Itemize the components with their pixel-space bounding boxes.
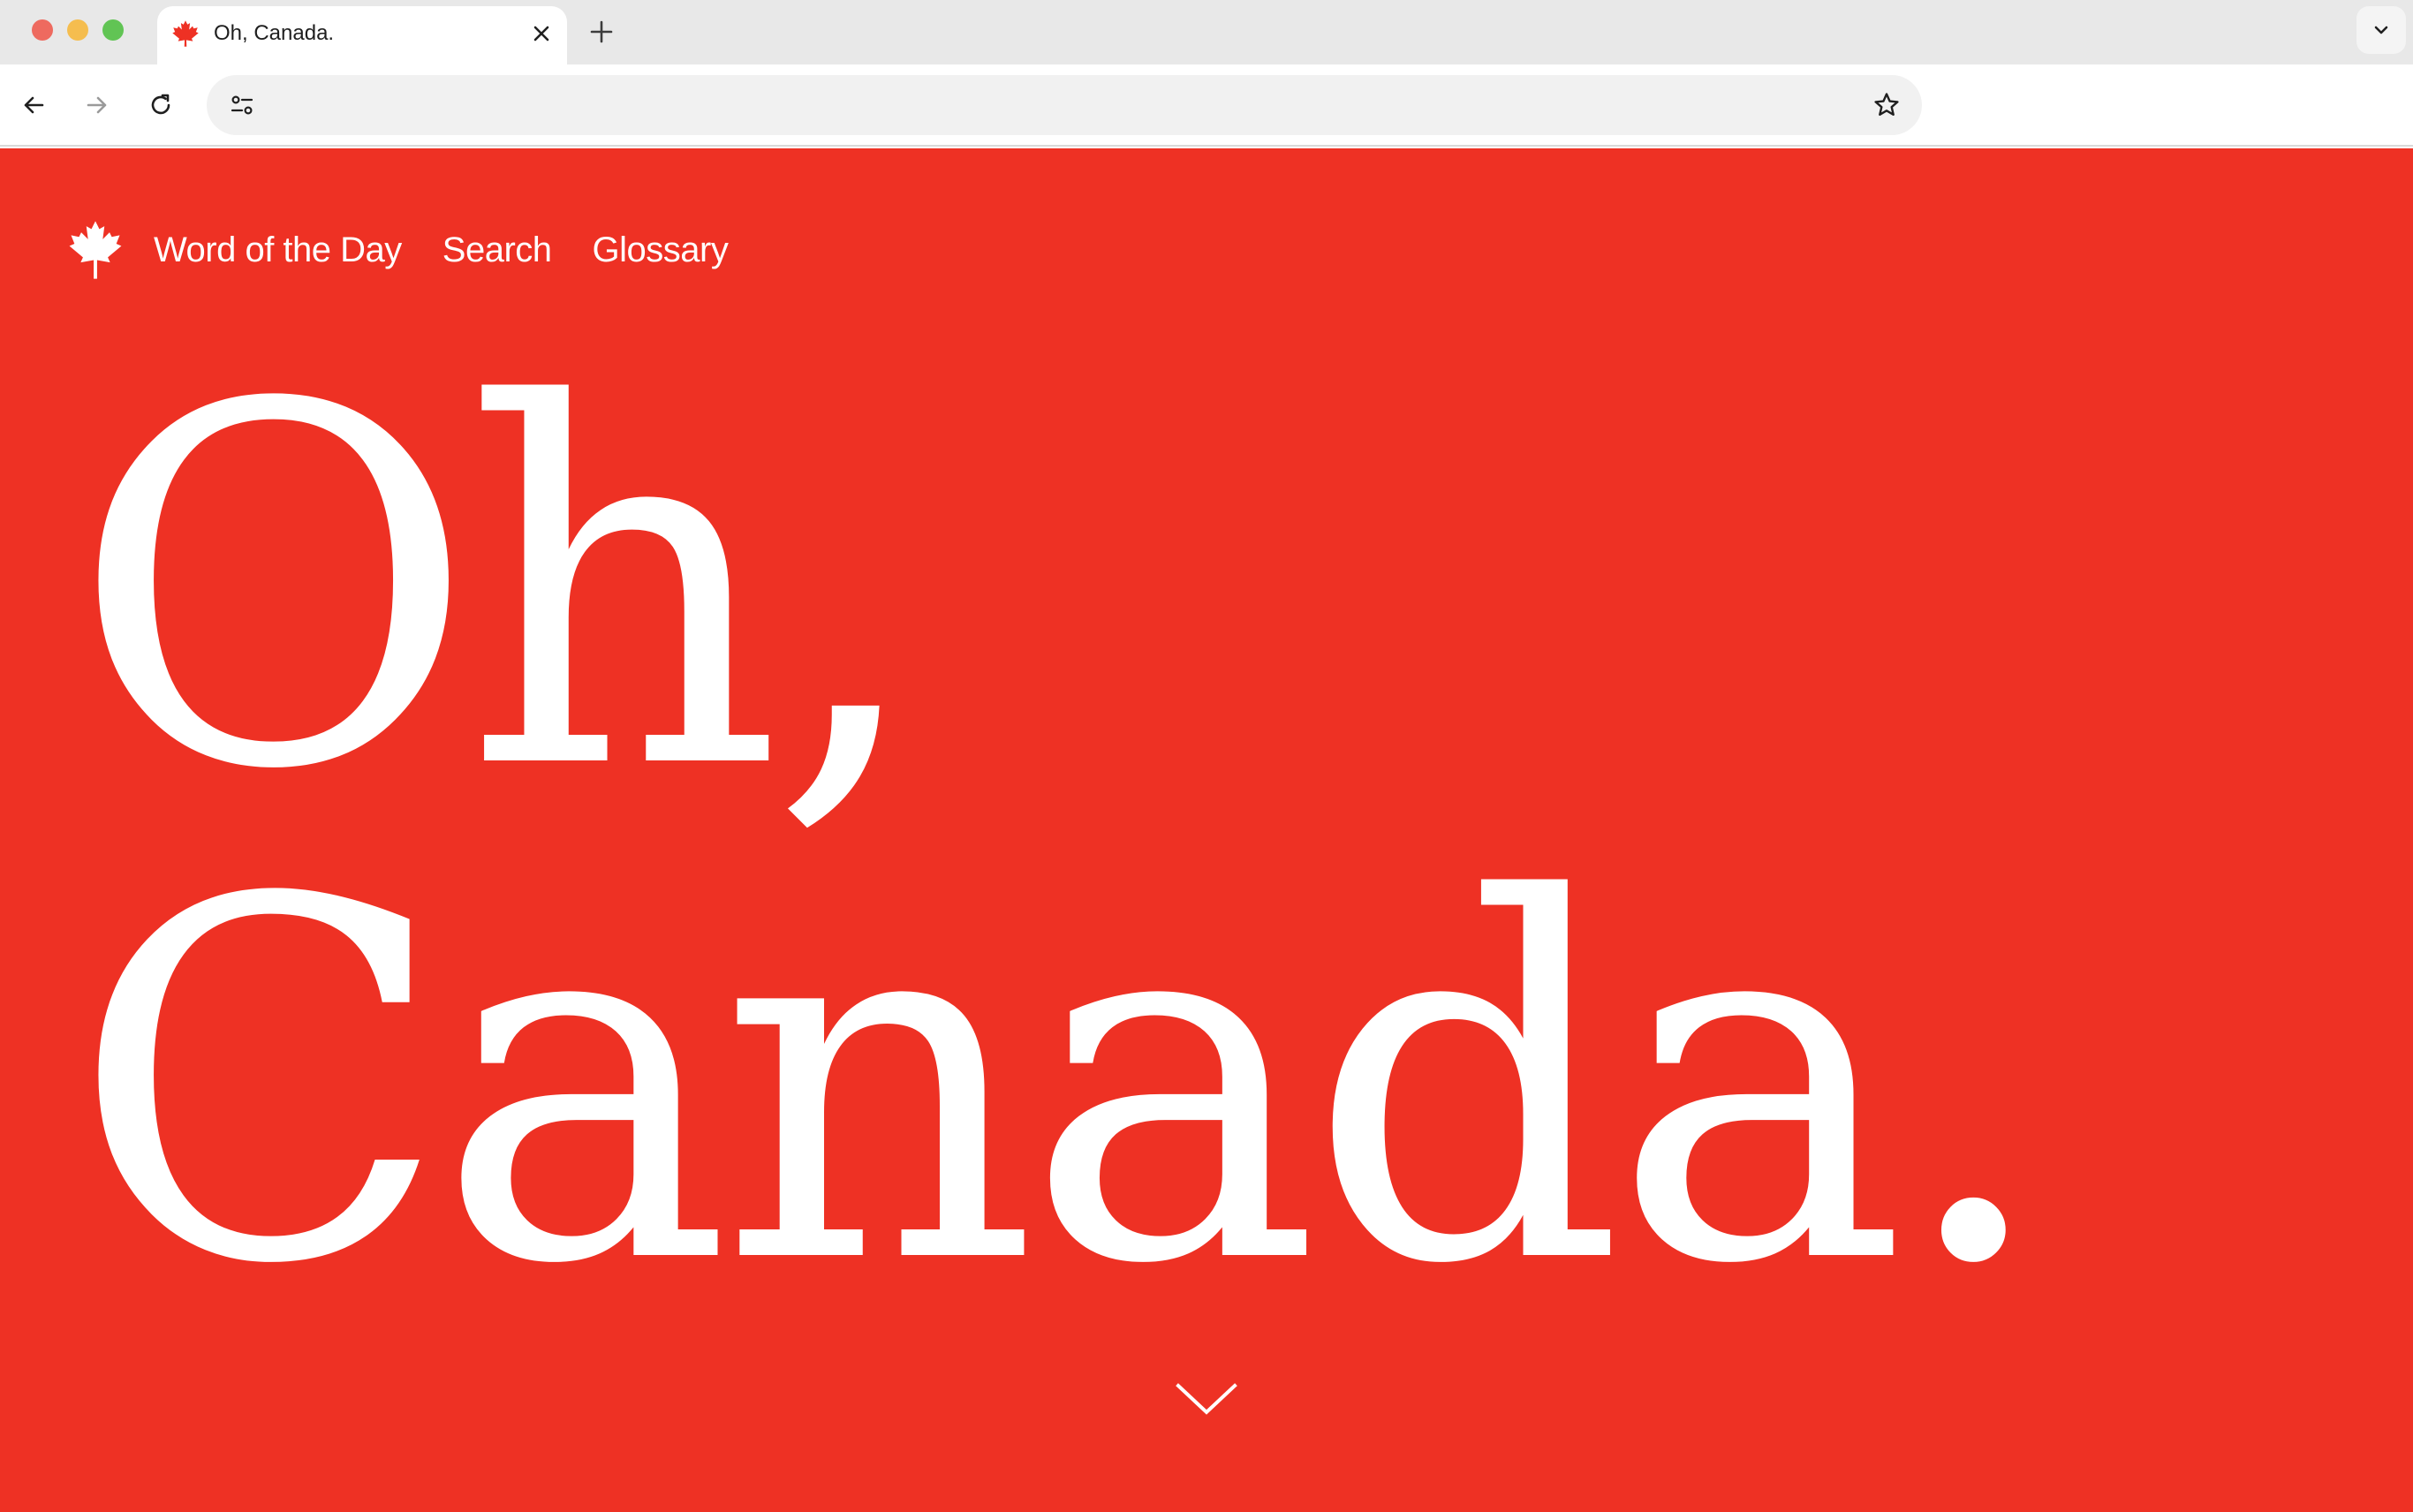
- nav-link-word-of-the-day[interactable]: Word of the Day: [154, 231, 402, 270]
- arrow-right-icon: [87, 96, 107, 114]
- hero-line-1: Oh,: [71, 302, 927, 878]
- nav-link-glossary[interactable]: Glossary: [593, 231, 729, 270]
- close-icon[interactable]: [528, 20, 555, 47]
- hero-title: Oh, Canada.: [71, 302, 2052, 1372]
- close-window-button[interactable]: [32, 19, 53, 41]
- reload-icon: [151, 94, 170, 115]
- star-icon: [1874, 93, 1899, 116]
- chevron-down-icon: [2374, 26, 2388, 34]
- tab-search-button[interactable]: [2356, 6, 2406, 54]
- back-button[interactable]: [12, 84, 55, 126]
- page-content: Word of the Day Search Glossary Oh, Cana…: [0, 148, 2413, 1512]
- browser-toolbar: [0, 64, 2413, 147]
- arrow-left-icon: [24, 96, 44, 114]
- site-info-button[interactable]: [221, 84, 263, 126]
- address-bar[interactable]: [207, 75, 1922, 135]
- maple-leaf-icon[interactable]: [67, 220, 124, 280]
- maximize-window-button[interactable]: [102, 19, 124, 41]
- forward-button[interactable]: [76, 84, 118, 126]
- hero-line-2: Canada.: [71, 797, 2052, 1372]
- site-nav: Word of the Day Search Glossary: [67, 219, 768, 281]
- maple-leaf-icon: [172, 20, 199, 47]
- chevron-down-icon[interactable]: [1175, 1380, 1238, 1419]
- minimize-window-button[interactable]: [67, 19, 88, 41]
- new-tab-button[interactable]: [585, 15, 618, 49]
- bookmark-button[interactable]: [1865, 84, 1908, 126]
- reload-button[interactable]: [140, 84, 182, 126]
- tune-icon: [231, 95, 253, 115]
- tab-bar: Oh, Canada.: [0, 0, 2413, 64]
- tab-title: Oh, Canada.: [214, 21, 335, 45]
- browser-tab[interactable]: Oh, Canada.: [157, 6, 567, 64]
- nav-link-search[interactable]: Search: [443, 231, 552, 270]
- url-input[interactable]: [277, 87, 1779, 123]
